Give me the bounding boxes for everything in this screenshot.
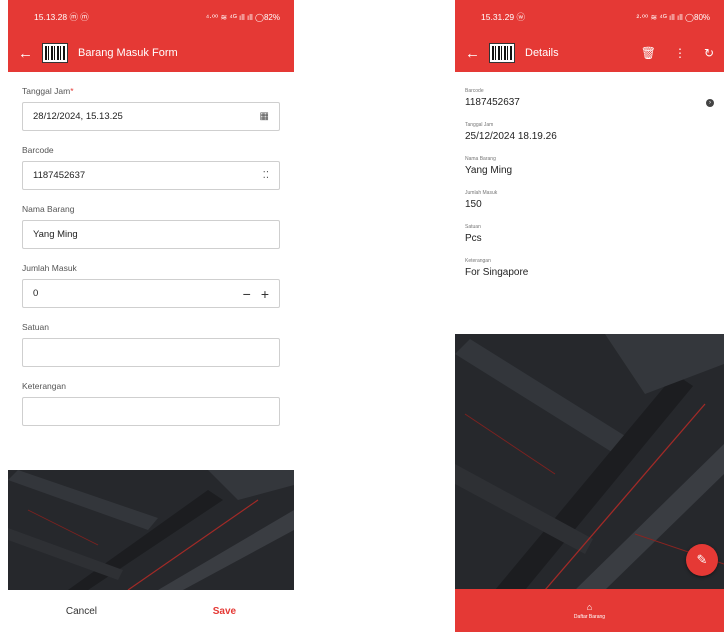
dark-background-image bbox=[8, 470, 294, 590]
barcode-value: 1187452637 bbox=[33, 170, 86, 181]
barcode-logo-icon bbox=[42, 43, 68, 63]
qr-scan-icon[interactable]: ⁚⁚ bbox=[263, 170, 269, 181]
tanggal-jam-field[interactable]: 28/12/2024, 15.13.25 ▦ bbox=[22, 102, 280, 131]
barang-masuk-form: Tanggal Jam* 28/12/2024, 15.13.25 ▦ Barc… bbox=[8, 72, 294, 470]
detail-value-jumlah: 150 bbox=[465, 199, 482, 210]
detail-value-nama: Yang Ming bbox=[465, 165, 513, 176]
nav-daftar-barang[interactable]: Daftar Barang bbox=[574, 614, 605, 620]
detail-label-jumlah: Jumlah Masuk bbox=[465, 190, 498, 196]
satuan-field[interactable] bbox=[22, 338, 280, 367]
status-bar: 15.31.29 ⓦ ²·⁰⁰ ≋ ⁴ᴳ ıll ıll ◯80% bbox=[455, 0, 724, 34]
keterangan-label: Keterangan bbox=[22, 381, 66, 391]
increment-button[interactable]: + bbox=[261, 286, 269, 302]
back-arrow-icon[interactable]: ← bbox=[465, 45, 480, 62]
decrement-button[interactable]: − bbox=[243, 286, 251, 302]
status-time: 15.13.28 ⓜ ⓜ bbox=[34, 12, 89, 22]
barcode-field[interactable]: 1187452637 ⁚⁚ bbox=[22, 161, 280, 190]
detail-label-satuan: Satuan bbox=[465, 224, 481, 230]
detail-value-satuan: Pcs bbox=[465, 233, 482, 244]
dark-background-image bbox=[455, 334, 724, 590]
satuan-label: Satuan bbox=[22, 322, 49, 332]
nama-barang-label: Nama Barang bbox=[22, 204, 75, 214]
detail-value-barcode: 1187452637 › bbox=[465, 97, 714, 108]
delete-icon[interactable]: 🗑 bbox=[641, 46, 656, 60]
nama-barang-value: Yang Ming bbox=[33, 229, 78, 240]
details-screen: 15.31.29 ⓦ ²·⁰⁰ ≋ ⁴ᴳ ıll ıll ◯80% ← Deta… bbox=[455, 0, 724, 632]
barang-masuk-form-screen: 15.13.28 ⓜ ⓜ ⁴·⁰⁰ ≋ ⁴ᴳ ıll ıll ◯82% ← Ba… bbox=[8, 0, 294, 632]
refresh-icon[interactable]: ↻ bbox=[704, 46, 714, 60]
cancel-button[interactable]: Cancel bbox=[66, 606, 97, 617]
app-bar: ← Barang Masuk Form bbox=[8, 34, 294, 72]
chevron-right-icon[interactable]: › bbox=[706, 98, 714, 107]
status-indicators: ⁴·⁰⁰ ≋ ⁴ᴳ ıll ıll ◯82% bbox=[205, 12, 280, 22]
detail-value-tanggal: 25/12/2024 18.19.26 bbox=[465, 131, 557, 142]
barcode-label: Barcode bbox=[22, 145, 54, 155]
page-title: Details bbox=[525, 47, 559, 59]
keterangan-field[interactable] bbox=[22, 397, 280, 426]
status-indicators: ²·⁰⁰ ≋ ⁴ᴳ ıll ıll ◯80% bbox=[636, 12, 710, 22]
details-list: Barcode 1187452637 › Tanggal Jam 25/12/2… bbox=[455, 72, 724, 334]
jumlah-masuk-field[interactable]: 0 − + bbox=[22, 279, 280, 308]
detail-label-keterangan: Keterangan bbox=[465, 258, 491, 264]
warehouse-icon[interactable]: ⌂ bbox=[587, 602, 592, 612]
page-title: Barang Masuk Form bbox=[78, 47, 178, 59]
tanggal-jam-label: Tanggal Jam* bbox=[22, 86, 74, 96]
status-bar: 15.13.28 ⓜ ⓜ ⁴·⁰⁰ ≋ ⁴ᴳ ıll ıll ◯82% bbox=[8, 0, 294, 34]
detail-value-keterangan: For Singapore bbox=[465, 267, 529, 278]
tanggal-jam-value: 28/12/2024, 15.13.25 bbox=[33, 111, 123, 122]
more-options-icon[interactable]: ⋮ bbox=[674, 46, 686, 60]
nama-barang-field[interactable]: Yang Ming bbox=[22, 220, 280, 249]
detail-label-barcode: Barcode bbox=[465, 88, 484, 94]
app-bar: ← Details 🗑 ⋮ ↻ bbox=[455, 34, 724, 72]
save-button[interactable]: Save bbox=[213, 606, 236, 617]
edit-icon: ✎ bbox=[696, 552, 708, 567]
bottom-navigation: ⌂ Daftar Barang bbox=[455, 589, 724, 632]
barcode-logo-icon bbox=[489, 43, 515, 63]
back-arrow-icon[interactable]: ← bbox=[18, 45, 33, 62]
edit-fab-button[interactable]: ✎ bbox=[686, 544, 718, 576]
calendar-icon[interactable]: ▦ bbox=[260, 111, 269, 122]
detail-label-tanggal: Tanggal Jam bbox=[465, 122, 494, 128]
detail-label-nama: Nama Barang bbox=[465, 156, 496, 162]
jumlah-masuk-label: Jumlah Masuk bbox=[22, 263, 77, 273]
form-footer: Cancel Save bbox=[8, 590, 294, 632]
jumlah-masuk-value: 0 bbox=[33, 288, 39, 299]
status-time: 15.31.29 ⓦ bbox=[481, 12, 525, 22]
